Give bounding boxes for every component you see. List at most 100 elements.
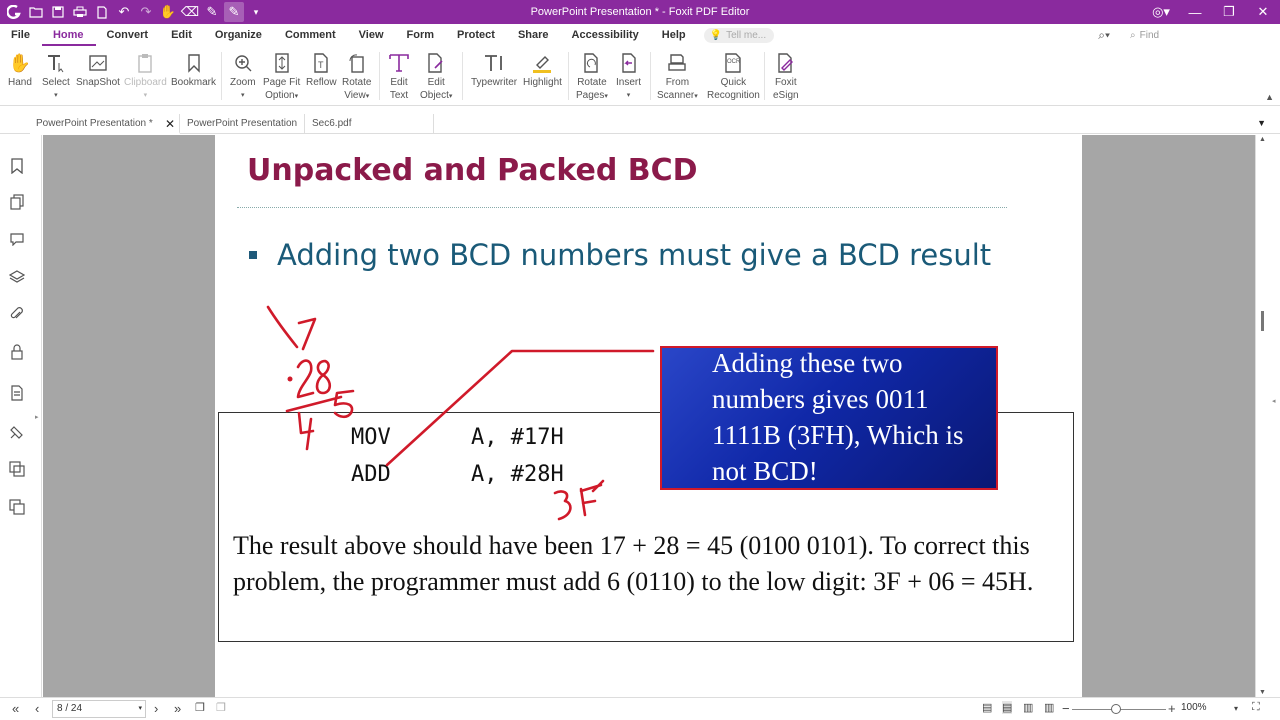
tell-me-box[interactable]: 💡 Tell me... bbox=[703, 27, 775, 43]
insert-page-icon bbox=[619, 50, 639, 76]
security-lock-icon[interactable] bbox=[8, 343, 26, 361]
clipboard-button[interactable]: Clipboard ▾ bbox=[124, 50, 167, 102]
tab-powerpoint-presentation-modified[interactable]: PowerPoint Presentation * ✕ bbox=[30, 114, 180, 134]
snapshot-button[interactable]: SnapShot bbox=[76, 50, 120, 89]
scrollbar-thumb[interactable] bbox=[1261, 311, 1264, 331]
select-button[interactable]: Select ▾ bbox=[42, 50, 70, 102]
menu-share[interactable]: Share bbox=[507, 24, 561, 46]
tab-close-icon[interactable]: ✕ bbox=[165, 114, 175, 134]
menu-view[interactable]: View bbox=[348, 24, 396, 46]
from-scanner-button[interactable]: From Scanner▾ bbox=[657, 50, 698, 103]
compare-panel-icon[interactable] bbox=[8, 460, 26, 478]
menu-help[interactable]: Help bbox=[651, 24, 698, 46]
menu-protect[interactable]: Protect bbox=[446, 24, 507, 46]
tab-list-dropdown-icon[interactable]: ▼ bbox=[1257, 118, 1266, 128]
pages-panel-icon[interactable] bbox=[8, 193, 26, 211]
zoom-in-icon[interactable]: + bbox=[1168, 701, 1176, 716]
pencil-icon[interactable]: ✎ bbox=[202, 2, 222, 22]
hand-label: Hand bbox=[8, 77, 32, 88]
menu-edit[interactable]: Edit bbox=[160, 24, 204, 46]
tags-panel-icon[interactable] bbox=[8, 423, 26, 441]
from-scanner-label-1: From bbox=[665, 77, 690, 88]
vertical-scrollbar[interactable]: ▲ ▼ bbox=[1255, 135, 1269, 697]
continuous-view-icon[interactable]: ▤ bbox=[1002, 701, 1013, 714]
continuous-facing-view-icon[interactable]: ▥ bbox=[1044, 701, 1054, 714]
facing-view-icon[interactable]: ▥ bbox=[1023, 701, 1033, 714]
menu-accessibility[interactable]: Accessibility bbox=[561, 24, 651, 46]
layers-panel-icon[interactable] bbox=[8, 268, 26, 286]
edit-object-button[interactable]: Edit Object▾ bbox=[420, 50, 452, 103]
fullscreen-icon[interactable]: ⛶ bbox=[1252, 701, 1260, 714]
typewriter-button[interactable]: Typewriter bbox=[471, 50, 517, 89]
bookmark-button[interactable]: Bookmark bbox=[171, 50, 216, 89]
undo-icon[interactable]: ↶ bbox=[114, 2, 134, 22]
scroll-up-icon[interactable]: ▲ bbox=[1259, 136, 1266, 143]
expand-panel-icon[interactable]: ▸ bbox=[35, 413, 39, 421]
menu-convert[interactable]: Convert bbox=[96, 24, 161, 46]
account-icon[interactable]: ◎▾ bbox=[1144, 4, 1178, 20]
rotate-pages-button[interactable]: Rotate Pages▾ bbox=[576, 50, 608, 103]
tab-powerpoint-presentation[interactable]: PowerPoint Presentation bbox=[181, 114, 305, 134]
menu-comment[interactable]: Comment bbox=[274, 24, 348, 46]
previous-page-icon[interactable]: ‹ bbox=[35, 701, 39, 716]
page-fit-option-button[interactable]: Page Fit Option▾ bbox=[263, 50, 300, 103]
page-dropdown-icon[interactable]: ▾ bbox=[138, 701, 142, 717]
rotate-view-button[interactable]: Rotate View▾ bbox=[342, 50, 371, 103]
zoom-slider-thumb[interactable] bbox=[1111, 704, 1122, 714]
hand-tool-icon[interactable]: ✋ bbox=[158, 2, 178, 22]
select-label: Select bbox=[42, 77, 70, 88]
redo-icon[interactable]: ↷ bbox=[136, 2, 156, 22]
open-folder-icon[interactable] bbox=[26, 2, 46, 22]
menu-organize[interactable]: Organize bbox=[204, 24, 274, 46]
signatures-panel-icon[interactable] bbox=[8, 498, 26, 516]
tab-label: PowerPoint Presentation * bbox=[36, 118, 153, 129]
menu-home[interactable]: Home bbox=[41, 24, 96, 46]
close-icon[interactable]: ✕ bbox=[1246, 4, 1280, 20]
bookmarks-panel-icon[interactable] bbox=[8, 157, 26, 175]
save-icon[interactable] bbox=[48, 2, 68, 22]
copy-page-icon[interactable]: ❐ bbox=[195, 701, 205, 714]
customize-dropdown-icon[interactable]: ▾ bbox=[246, 2, 266, 22]
insert-button[interactable]: Insert ▾ bbox=[616, 50, 641, 102]
highlight-icon bbox=[531, 50, 553, 76]
edit-text-button[interactable]: Edit Text bbox=[388, 50, 410, 102]
hand-icon: ✋ bbox=[8, 52, 32, 73]
eraser-icon[interactable]: ⌫ bbox=[180, 2, 200, 22]
next-page-icon[interactable]: › bbox=[154, 701, 158, 716]
zoom-out-icon[interactable]: − bbox=[1062, 701, 1070, 716]
scroll-down-icon[interactable]: ▼ bbox=[1259, 689, 1266, 696]
page-number-input[interactable]: 8 / 24 ▾ bbox=[52, 700, 146, 718]
page-content-icon[interactable] bbox=[8, 384, 26, 402]
comments-panel-icon[interactable] bbox=[8, 230, 26, 248]
ink-annotation-layer[interactable] bbox=[215, 135, 1082, 697]
page-fit-label-1: Page Fit bbox=[263, 77, 301, 88]
first-page-icon[interactable]: « bbox=[12, 701, 19, 716]
tab-sec6-pdf[interactable]: Sec6.pdf bbox=[306, 114, 434, 134]
last-page-icon[interactable]: » bbox=[174, 701, 181, 716]
pen-icon[interactable]: ✎ bbox=[224, 2, 244, 22]
page-number-value: 8 / 24 bbox=[57, 703, 83, 714]
menu-file[interactable]: File bbox=[0, 24, 42, 46]
foxit-esign-button[interactable]: Foxit eSign bbox=[773, 50, 799, 102]
hand-button[interactable]: ✋ Hand bbox=[8, 50, 32, 89]
new-document-icon[interactable] bbox=[92, 2, 112, 22]
print-icon[interactable] bbox=[70, 2, 90, 22]
search-options-icon[interactable]: ⌕▾ bbox=[1098, 28, 1110, 43]
restore-icon[interactable]: ❐ bbox=[1212, 4, 1246, 20]
ribbon-separator bbox=[462, 52, 463, 100]
paste-page-icon[interactable]: ❐ bbox=[216, 701, 226, 714]
highlight-button[interactable]: Highlight bbox=[523, 50, 562, 89]
quick-recognition-button[interactable]: OCR Quick Recognition bbox=[707, 50, 760, 102]
find-input[interactable]: ⌕ Find bbox=[1130, 27, 1244, 43]
menu-form[interactable]: Form bbox=[396, 24, 447, 46]
minimize-icon[interactable]: — bbox=[1178, 5, 1212, 20]
zoom-level[interactable]: 100% bbox=[1181, 702, 1207, 713]
expand-right-panel-icon[interactable]: ◂ bbox=[1272, 397, 1276, 405]
rotate-view-icon bbox=[348, 50, 366, 76]
zoom-dropdown-icon[interactable]: ▾ bbox=[1234, 704, 1238, 713]
collapse-ribbon-icon[interactable]: ▲ bbox=[1265, 92, 1274, 102]
attachments-panel-icon[interactable] bbox=[8, 306, 26, 324]
zoom-button[interactable]: Zoom ▾ bbox=[230, 50, 256, 102]
reflow-button[interactable]: T Reflow bbox=[306, 50, 337, 89]
single-page-view-icon[interactable]: ▤ bbox=[982, 701, 992, 714]
